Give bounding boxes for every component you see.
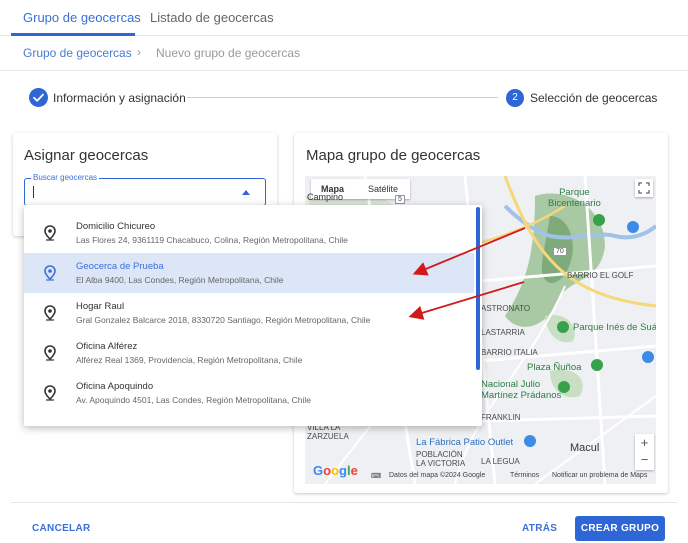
list-item[interactable]: Oficina Apoquindo Av. Apoquindo 4501, La… (24, 373, 474, 413)
park-marker-icon[interactable] (591, 359, 603, 371)
map-label-estadio: Nacional Julio Martínez Prádanos (481, 379, 562, 401)
step-2-label: Selección de geocercas (530, 91, 658, 105)
chevron-right-icon: › (137, 45, 141, 59)
fullscreen-icon[interactable] (635, 179, 653, 197)
breadcrumb: Grupo de geocercas › Nuevo grupo de geoc… (0, 36, 688, 71)
map-label-barrio-el-golf: BARRIO EL GOLF (567, 271, 634, 280)
footer-divider (11, 502, 677, 503)
map-type-satellite-button[interactable]: Satélite (368, 184, 398, 194)
back-button[interactable]: ATRÁS (522, 523, 557, 534)
map-terms-link[interactable]: Términos (510, 472, 539, 479)
map-data-attribution: Datos del mapa ©2024 Google (389, 472, 486, 479)
stadium-marker-icon[interactable] (558, 381, 570, 393)
zoom-control: + − (635, 434, 654, 470)
option-address: Alférez Real 1369, Providencia, Región M… (76, 355, 303, 365)
search-geofences-input[interactable] (31, 185, 231, 199)
map-label-macul: Macul (570, 442, 600, 454)
option-name: Oficina Apoquindo (76, 381, 154, 392)
geofence-options-list: Domicilio Chicureo Las Flores 24, 936111… (24, 205, 482, 426)
breadcrumb-current: Nuevo grupo de geocercas (156, 46, 301, 60)
report-map-problem-link[interactable]: Notificar un problema de Maps (552, 472, 647, 479)
park-marker-icon[interactable] (593, 214, 605, 226)
step-2-number: 2 (506, 89, 524, 107)
park-marker-icon[interactable] (557, 321, 569, 333)
breadcrumb-parent-link[interactable]: Grupo de geocercas (23, 46, 132, 60)
tab-listado-de-geocercas[interactable]: Listado de geocercas (150, 0, 274, 36)
map-pin-icon (44, 345, 56, 361)
zoom-out-button[interactable]: − (635, 452, 654, 467)
option-name: Domicilio Chicureo (76, 221, 156, 232)
map-pin-icon (44, 385, 56, 401)
option-address: Av. Apoquindo 4501, Las Condes, Región M… (76, 395, 312, 405)
option-address: Las Flores 24, 9361119 Chacabuco, Colina… (76, 235, 348, 245)
map-label-campino: Campino (307, 192, 344, 202)
map-pin-icon (44, 305, 56, 321)
route-70-marker: 70 (553, 247, 567, 256)
zoom-in-button[interactable]: + (635, 435, 654, 450)
option-address: El Alba 9400, Las Condes, Región Metropo… (76, 275, 284, 285)
map-label-barrio-italia: BARRIO ITALIA (481, 348, 538, 357)
map-label-franklin: FRANKLIN (481, 413, 521, 422)
list-item[interactable]: Oficina Alférez Alférez Real 1369, Provi… (24, 333, 474, 373)
poi-marker-icon[interactable] (642, 351, 654, 363)
google-logo: Google (313, 463, 358, 478)
group-map-title: Mapa grupo de geocercas (306, 147, 481, 164)
create-group-button[interactable]: CREAR GRUPO (575, 516, 665, 541)
map-label-poblacion: POBLACIÓN LA VICTORIA (416, 450, 466, 468)
tab-grupo-de-geocercas[interactable]: Grupo de geocercas (23, 0, 141, 36)
cancel-button[interactable]: CANCELAR (32, 523, 91, 534)
map-label-la-legua: LA LEGUA (481, 457, 520, 466)
map-label-zarzuela: ZARZUELA (307, 432, 349, 441)
map-label-parque-ines: Parque Inés de Suár (573, 322, 656, 333)
chevron-up-icon[interactable] (242, 190, 250, 195)
app-root: Grupo de geocercas Listado de geocercas … (0, 0, 688, 543)
option-name: Hogar Raul (76, 301, 125, 312)
poi-marker-icon[interactable] (627, 221, 639, 233)
option-address: Gral Gonzalez Balcarce 2018, 8330720 San… (76, 315, 371, 325)
map-label-plaza-nunoa: Plaza Ñuñoa (527, 362, 582, 373)
search-geofences-field[interactable]: Buscar geocercas (24, 173, 266, 206)
list-item[interactable]: Hogar Raul Gral Gonzalez Balcarce 2018, … (24, 293, 474, 333)
map-label-lastarria: LASTARRIA (481, 328, 525, 337)
route-5-marker: 5 (395, 195, 405, 204)
shopping-marker-icon[interactable] (524, 435, 536, 447)
check-icon (29, 88, 48, 107)
list-item[interactable]: Domicilio Chicureo Las Flores 24, 936111… (24, 213, 474, 253)
option-name: Oficina Alférez (76, 341, 138, 352)
map-label-la-fabrica: La Fábrica Patio Outlet (416, 437, 514, 448)
list-item[interactable]: Geocerca de Prueba El Alba 9400, Las Con… (24, 253, 474, 293)
map-label-parque-bicentenario: Parque Bicentenario (548, 187, 601, 209)
search-geofences-label: Buscar geocercas (31, 173, 100, 182)
keyboard-icon[interactable]: ⌨ (371, 472, 381, 480)
map-label-astronato: ASTRONATO (481, 304, 531, 313)
option-name: Geocerca de Prueba (76, 261, 164, 272)
stepper-connector (187, 97, 498, 98)
assign-geofences-title: Asignar geocercas (24, 147, 149, 164)
map-pin-icon (44, 225, 56, 241)
list-scrollbar[interactable] (476, 207, 480, 370)
tab-bar: Grupo de geocercas Listado de geocercas (0, 0, 688, 36)
step-1-label[interactable]: Información y asignación (53, 91, 186, 105)
map-pin-icon (44, 265, 56, 281)
